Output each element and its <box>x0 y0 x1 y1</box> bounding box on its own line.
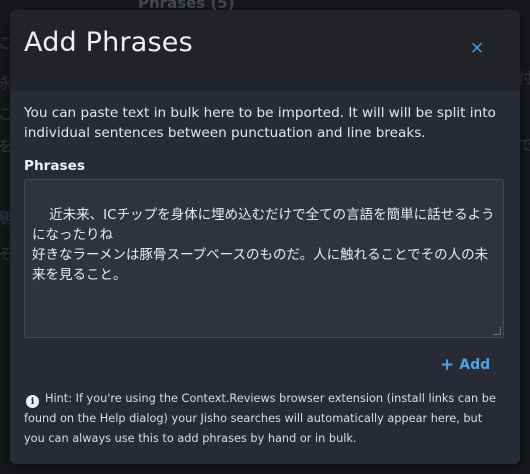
dialog-description: You can paste text in bulk here to be im… <box>24 105 496 141</box>
phrases-label: Phrases <box>24 158 85 174</box>
add-phrases-dialog: Add Phrases × You can paste text in bulk… <box>10 10 520 464</box>
hint-message: Hint: If you're using the Context.Review… <box>24 392 496 445</box>
phrases-textarea[interactable]: 近未来、ICチップを身体に埋め込むだけで全ての言語を簡単に話せるようになったりね… <box>24 179 504 338</box>
add-button-label: Add <box>459 357 491 373</box>
dialog-title: Add Phrases <box>24 27 193 58</box>
phrases-textarea-value: 近未来、ICチップを身体に埋め込むだけで全ての言語を簡単に話せるようになったりね… <box>32 207 495 283</box>
plus-icon: + <box>440 355 455 375</box>
hint-text: i Hint: If you're using the Context.Revie… <box>24 389 504 449</box>
dialog-header: Add Phrases × <box>10 10 520 91</box>
close-icon[interactable]: × <box>465 36 489 60</box>
add-button[interactable]: + Add <box>440 353 490 375</box>
resize-handle-icon[interactable] <box>493 327 501 335</box>
info-icon: i <box>26 395 39 408</box>
